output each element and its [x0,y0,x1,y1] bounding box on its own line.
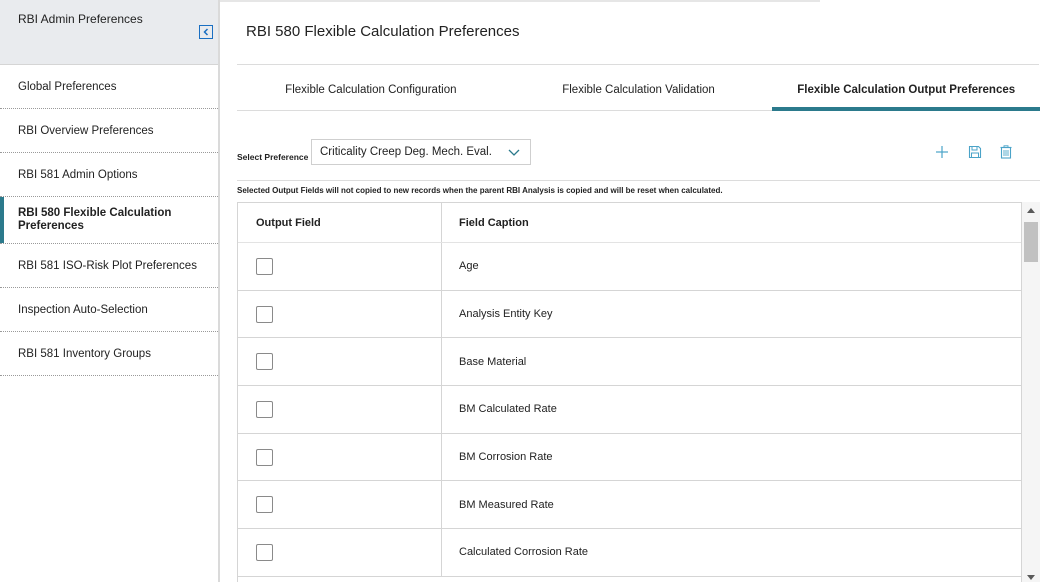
sidebar-item-rbi-581-admin-options[interactable]: RBI 581 Admin Options [0,153,218,197]
grid-scrollbar[interactable] [1022,202,1040,582]
output-field-cell [238,338,442,386]
tab-flexible-calculation-configuration[interactable]: Flexible Calculation Configuration [237,70,505,110]
output-field-checkbox[interactable] [256,543,273,561]
preference-selected-value: Criticality Creep Deg. Mech. Eval. [320,146,492,158]
scroll-up-arrow-icon[interactable] [1026,206,1036,216]
output-field-checkbox[interactable] [256,448,273,466]
output-field-checkbox[interactable] [256,353,273,371]
output-field-checkbox[interactable] [256,400,273,418]
tab-flexible-calculation-output-preferences[interactable]: Flexible Calculation Output Preferences [772,70,1040,111]
toolbar-divider [237,180,1040,181]
plus-icon [936,146,948,158]
sidebar: RBI Admin Preferences Global Preferences… [0,0,220,582]
field-caption-cell: BM Calculated Rate [459,403,557,416]
sidebar-item-global-preferences[interactable]: Global Preferences [0,65,218,109]
sidebar-list: Global Preferences RBI Overview Preferen… [0,65,218,376]
collapse-sidebar-button[interactable] [199,25,213,39]
table-row: Base Material [238,338,1021,387]
select-preference-label: Select Preference [237,152,309,162]
scroll-down-arrow-icon[interactable] [1026,572,1036,582]
sidebar-item-label: RBI 581 Admin Options [18,168,138,181]
field-caption-cell: Calculated Corrosion Rate [459,546,589,559]
sidebar-item-inspection-auto-selection[interactable]: Inspection Auto-Selection [0,288,218,332]
page-title: RBI 580 Flexible Calculation Preferences [246,23,520,40]
field-caption-cell: Analysis Entity Key [459,308,553,321]
table-row: BM Corrosion Rate [238,433,1021,482]
sidebar-item-label: Inspection Auto-Selection [18,303,148,316]
field-caption-cell: BM Measured Rate [459,498,554,511]
sidebar-header: RBI Admin Preferences [0,0,218,65]
table-row: BM Measured Rate [238,481,1021,530]
grid-header: Output Field Field Caption [238,203,1021,243]
tab-flexible-calculation-validation[interactable]: Flexible Calculation Validation [505,70,773,110]
output-fields-note: Selected Output Fields will not copied t… [237,186,723,195]
sidebar-item-label: Global Preferences [18,80,117,93]
preference-dropdown[interactable]: Criticality Creep Deg. Mech. Eval. [311,139,531,165]
output-field-checkbox[interactable] [256,496,273,514]
title-divider [237,64,1039,65]
sidebar-item-label: RBI Overview Preferences [18,124,154,137]
table-row: Analysis Entity Key [238,290,1021,339]
sidebar-item-rbi-overview-preferences[interactable]: RBI Overview Preferences [0,109,218,153]
tab-label: Flexible Calculation Output Preferences [797,84,1016,96]
output-fields-grid: Output Field Field Caption Age Analysis … [237,202,1022,582]
chevron-down-icon [508,149,520,156]
sidebar-item-rbi-581-iso-risk-plot-preferences[interactable]: RBI 581 ISO-Risk Plot Preferences [0,244,218,288]
field-caption-cell: Base Material [459,355,527,368]
top-divider [220,0,820,2]
table-row: Age [238,243,1021,291]
scroll-thumb[interactable] [1024,222,1038,262]
table-row: Calculated Corrosion Rate [238,529,1021,577]
sidebar-item-label: RBI 581 ISO-Risk Plot Preferences [18,259,197,272]
field-caption-cell: BM Corrosion Rate [459,451,553,464]
output-field-cell [238,529,442,576]
add-button[interactable] [934,144,950,160]
table-row: BM Calculated Rate [238,386,1021,434]
trash-icon [1000,145,1012,159]
output-field-cell [238,290,442,338]
sidebar-item-rbi-581-inventory-groups[interactable]: RBI 581 Inventory Groups [0,332,218,376]
output-field-cell [238,481,442,529]
sidebar-item-rbi-580-flexible-calculation-preferences[interactable]: RBI 580 Flexible Calculation Preferences [0,197,218,244]
output-field-cell [238,433,442,481]
column-header-field-caption[interactable]: Field Caption [442,203,1021,242]
sidebar-item-label: RBI 581 Inventory Groups [18,347,151,360]
tab-label: Flexible Calculation Configuration [285,84,457,96]
output-field-checkbox[interactable] [256,257,273,275]
delete-button[interactable] [998,144,1014,160]
tab-label: Flexible Calculation Validation [562,84,715,96]
tab-bar: Flexible Calculation Configuration Flexi… [237,70,1040,111]
sidebar-title: RBI Admin Preferences [18,12,143,26]
output-field-cell [238,386,442,433]
save-button[interactable] [967,144,983,160]
column-header-output-field[interactable]: Output Field [238,203,442,242]
field-caption-cell: Age [459,260,479,273]
save-icon [968,145,982,159]
sidebar-item-label: RBI 580 Flexible Calculation Preferences [18,207,172,232]
output-field-checkbox[interactable] [256,305,273,323]
output-field-cell [238,243,442,290]
chevron-left-icon [203,28,209,36]
